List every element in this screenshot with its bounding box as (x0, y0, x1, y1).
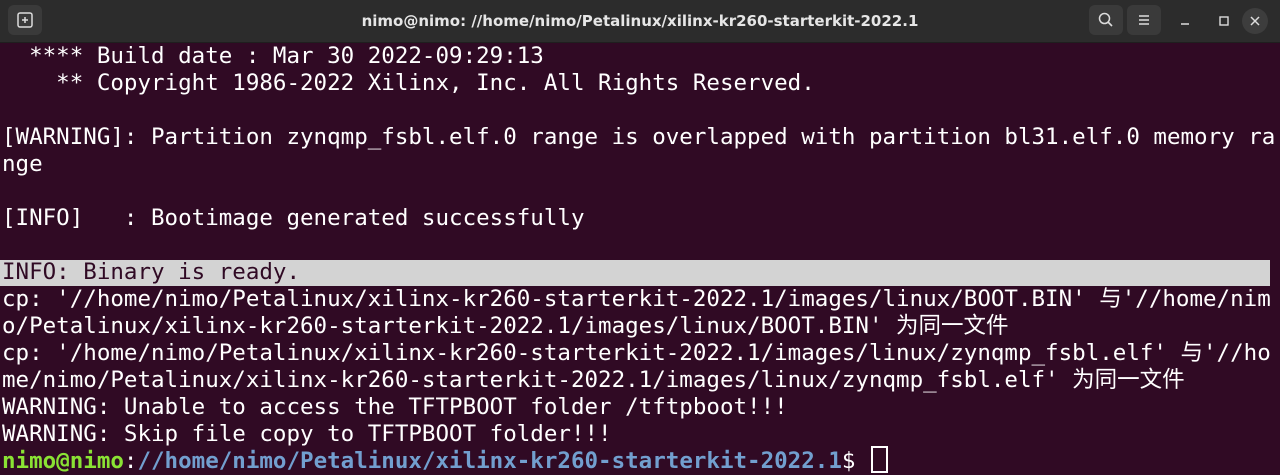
title-bar: nimo@nimo: //home/nimo/Petalinux/xilinx-… (0, 0, 1280, 43)
prompt-symbol: $ (841, 448, 869, 474)
search-icon (1098, 12, 1113, 27)
terminal-line: [INFO] : Bootimage generated successfull… (2, 205, 585, 231)
close-button[interactable] (1242, 8, 1268, 34)
terminal-output[interactable]: **** Build date : Mar 30 2022-09:29:13 *… (0, 43, 1280, 475)
prompt-user-host: nimo@nimo (2, 448, 124, 474)
maximize-button[interactable] (1211, 8, 1237, 34)
close-icon (1250, 16, 1260, 26)
terminal-line: [WARNING]: Partition zynqmp_fsbl.elf.0 r… (2, 124, 1276, 150)
terminal-line: nge (2, 151, 43, 177)
terminal-line: cp: '/home/nimo/Petalinux/xilinx-kr260-s… (2, 340, 1271, 366)
terminal-line: ** Copyright 1986-2022 Xilinx, Inc. All … (2, 70, 815, 96)
window-title: nimo@nimo: //home/nimo/Petalinux/xilinx-… (361, 12, 919, 30)
maximize-icon (1219, 16, 1229, 26)
minimize-icon (1181, 23, 1189, 25)
prompt-path: //home/nimo/Petalinux/xilinx-kr260-start… (137, 448, 842, 474)
terminal-scrollbar[interactable] (1270, 43, 1280, 475)
terminal-line: **** Build date : Mar 30 2022-09:29:13 (2, 43, 544, 69)
terminal-line: cp: '//home/nimo/Petalinux/xilinx-kr260-… (2, 286, 1271, 312)
prompt-colon: : (123, 448, 138, 474)
hamburger-menu-icon (1139, 15, 1149, 25)
terminal-line: o/Petalinux/xilinx-kr260-starterkit-2022… (2, 313, 1009, 339)
menu-button[interactable] (1127, 5, 1161, 35)
search-button[interactable] (1089, 5, 1123, 35)
terminal-line: WARNING: Unable to access the TFTPBOOT f… (2, 394, 788, 420)
terminal-line-highlighted: INFO: Binary is ready. (2, 259, 301, 285)
terminal-line: WARNING: Skip file copy to TFTPBOOT fold… (2, 421, 612, 447)
minimize-button[interactable] (1172, 8, 1198, 34)
text-cursor (870, 446, 888, 473)
terminal-line: me/nimo/Petalinux/xilinx-kr260-starterki… (2, 367, 1185, 393)
shell-prompt[interactable]: nimo@nimo://home/nimo/Petalinux/xilinx-k… (2, 446, 888, 475)
